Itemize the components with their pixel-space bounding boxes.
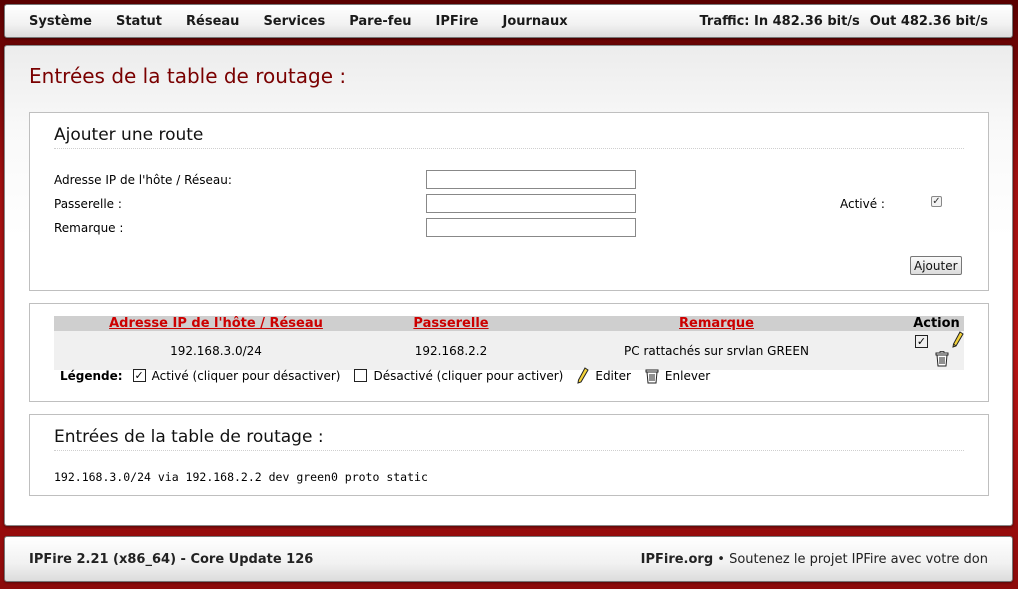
- remark-label: Remarque :: [54, 221, 124, 235]
- active-checkbox[interactable]: ✓: [931, 196, 942, 207]
- footer-support: IPFire.org • Soutenez le projet IPFire a…: [641, 552, 988, 567]
- menu-ipfire[interactable]: IPFire: [436, 14, 479, 29]
- legend-checked-icon: ✓: [132, 369, 146, 382]
- legend-remove-text: Enlever: [664, 368, 711, 383]
- sort-remark-link[interactable]: Remarque: [679, 316, 754, 331]
- menu-services[interactable]: Services: [263, 14, 325, 29]
- footer-separator: •: [717, 552, 725, 567]
- sort-gateway-link[interactable]: Passerelle: [413, 316, 488, 331]
- table-row: 192.168.3.0/24 192.168.2.2 PC rattachés …: [54, 331, 964, 370]
- host-label: Adresse IP de l'hôte / Réseau:: [54, 173, 232, 187]
- host-input[interactable]: [426, 170, 636, 189]
- cell-remark: PC rattachés sur srvlan GREEN: [524, 331, 909, 370]
- routes-table-box: Adresse IP de l'hôte / Réseau Passerelle…: [29, 303, 989, 402]
- active-label: Activé :: [840, 197, 885, 211]
- edit-pencil-icon[interactable]: [952, 331, 964, 351]
- legend-unchecked-icon: [354, 369, 368, 382]
- add-route-box: Ajouter une route Adresse IP de l'hôte /…: [29, 112, 989, 291]
- gateway-label: Passerelle :: [54, 197, 122, 211]
- routing-entry-line: 192.168.3.0/24 via 192.168.2.2 dev green…: [54, 470, 428, 484]
- legend-title: Légende:: [60, 368, 123, 383]
- footer-site-link[interactable]: IPFire.org: [641, 552, 714, 567]
- legend-trash-icon: [645, 368, 659, 384]
- traffic-in: Traffic: In 482.36 bit/s: [699, 14, 860, 29]
- header-gateway: Passerelle: [378, 316, 524, 331]
- main-content: Entrées de la table de routage : Ajouter…: [4, 45, 1013, 526]
- legend-pencil-icon: [577, 367, 590, 384]
- add-route-button[interactable]: Ajouter: [910, 256, 962, 275]
- menu-statut[interactable]: Statut: [116, 14, 162, 29]
- header-action: Action: [909, 316, 964, 331]
- cell-actions: ✓: [909, 331, 964, 370]
- menu-journaux[interactable]: Journaux: [502, 14, 567, 29]
- menu-systeme[interactable]: Système: [29, 14, 92, 29]
- legend: Légende: ✓ Activé (cliquer pour désactiv…: [60, 367, 724, 384]
- cell-gateway: 192.168.2.2: [378, 331, 524, 370]
- header-remark: Remarque: [524, 316, 909, 331]
- traffic-indicator: Traffic: In 482.36 bit/s Out 482.36 bit/s: [699, 14, 988, 29]
- footer-version: IPFire 2.21 (x86_64) - Core Update 126: [29, 552, 314, 567]
- menu-pare-feu[interactable]: Pare-feu: [349, 14, 411, 29]
- routes-table: Adresse IP de l'hôte / Réseau Passerelle…: [54, 316, 964, 370]
- add-route-divider: [54, 148, 964, 149]
- remark-input[interactable]: [426, 218, 636, 237]
- legend-edit-text: Editer: [595, 368, 631, 383]
- legend-disabled-text: Désactivé (cliquer pour activer): [373, 368, 564, 383]
- footer-donate-link[interactable]: Soutenez le projet IPFire avec votre don: [729, 552, 988, 567]
- add-route-title: Ajouter une route: [54, 125, 204, 145]
- legend-enabled-text: Activé (cliquer pour désactiver): [151, 368, 341, 383]
- routing-entries-divider: [54, 450, 964, 451]
- main-menu: Système Statut Réseau Services Pare-feu …: [29, 14, 592, 29]
- table-header-row: Adresse IP de l'hôte / Réseau Passerelle…: [54, 316, 964, 331]
- trash-icon[interactable]: [935, 351, 949, 370]
- traffic-out: Out 482.36 bit/s: [869, 14, 988, 29]
- page-title: Entrées de la table de routage :: [29, 64, 347, 88]
- menu-reseau[interactable]: Réseau: [186, 14, 239, 29]
- cell-host: 192.168.3.0/24: [54, 331, 378, 370]
- sort-host-link[interactable]: Adresse IP de l'hôte / Réseau: [109, 316, 323, 331]
- gateway-input[interactable]: [426, 194, 636, 213]
- top-nav-bar: Système Statut Réseau Services Pare-feu …: [4, 4, 1013, 38]
- header-host: Adresse IP de l'hôte / Réseau: [54, 316, 378, 331]
- routing-entries-box: Entrées de la table de routage : 192.168…: [29, 414, 989, 496]
- footer: IPFire 2.21 (x86_64) - Core Update 126 I…: [4, 536, 1013, 582]
- routing-entries-title: Entrées de la table de routage :: [54, 427, 324, 447]
- toggle-enabled-icon[interactable]: ✓: [915, 334, 928, 348]
